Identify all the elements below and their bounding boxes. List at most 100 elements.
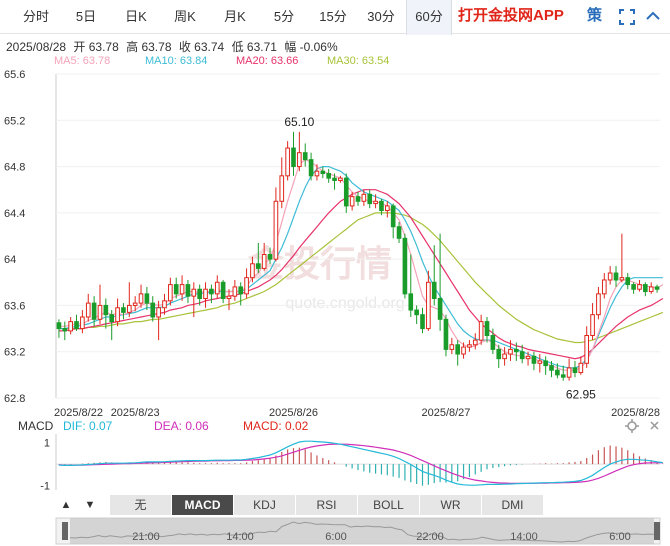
candle-body [121, 307, 126, 313]
candle [543, 356, 548, 375]
candle-body [578, 362, 584, 374]
y-tick-label: 64 [4, 254, 16, 266]
macd-dif-label: DIF: 0.07 [63, 419, 113, 433]
candle-body [279, 175, 285, 202]
candle-body [648, 286, 654, 293]
candle-body [74, 321, 79, 330]
indicator-tab-boll[interactable]: BOLL [358, 495, 420, 515]
candle-body [584, 335, 590, 364]
candle-body [502, 353, 507, 360]
candle-body [560, 374, 566, 378]
y-tick-label: 64.4 [4, 208, 25, 220]
candle [291, 131, 296, 176]
candle-body [373, 200, 378, 205]
candle-body [496, 348, 502, 360]
indicator-tab-wr[interactable]: WR [420, 495, 482, 515]
candle [156, 300, 161, 341]
x-date-label: 2025/8/27 [421, 407, 470, 419]
indicator-tab-macd[interactable]: MACD [172, 495, 234, 515]
macd-tick-label: 1 [44, 437, 50, 449]
indicator-tab-bar: 无 MACD KDJ RSI BOLL WR DMI [110, 495, 650, 515]
candle-body [478, 321, 484, 341]
macd-tick-label: -1 [40, 481, 50, 493]
candle-body [250, 263, 255, 279]
close-macd-icon[interactable] [650, 421, 659, 430]
candle [326, 168, 331, 183]
candle-body [484, 321, 490, 337]
candle [62, 321, 68, 341]
candle-body [185, 284, 191, 297]
navigator-right-handle[interactable] [654, 522, 660, 540]
candle [637, 279, 642, 292]
candle-body [308, 159, 314, 177]
candle [596, 286, 601, 320]
time-navigator[interactable]: 21:00 14:00 6:00 22:00 14:00 6:00 [0, 516, 670, 546]
candle-body [144, 293, 150, 304]
candle [578, 356, 584, 375]
navigator-time-label: 6:00 [325, 531, 346, 543]
candle-body [566, 367, 572, 378]
candle-body [338, 177, 343, 181]
candle-body [390, 205, 396, 228]
candle-body [625, 277, 631, 286]
kline-chart[interactable]: 金投行情 quote.cngold.org 65.6 65.2 64.8 64.4 64… [0, 0, 670, 494]
candle-body [320, 170, 326, 175]
candle-body [396, 226, 402, 239]
candle-body [361, 193, 367, 202]
candle-body [449, 344, 455, 350]
candle [531, 351, 537, 371]
candle-body [414, 309, 419, 316]
watermark-url: quote.cngold.org [285, 295, 404, 312]
indicator-tab-none[interactable]: 无 [110, 495, 172, 515]
candle [74, 314, 79, 331]
candle [420, 307, 425, 334]
candle [355, 192, 361, 206]
scroll-down-button[interactable]: ▼ [80, 495, 100, 515]
y-tick-label: 62.8 [4, 393, 25, 405]
candle-body [80, 316, 85, 330]
candle-body [314, 170, 320, 177]
candle [273, 187, 279, 262]
candle [126, 282, 132, 317]
navigator-left-handle[interactable] [62, 522, 68, 540]
candle-body [537, 360, 543, 364]
candle [502, 347, 507, 366]
candle [572, 360, 578, 378]
candle-body [385, 205, 390, 212]
candle [467, 340, 472, 352]
candle-body [590, 314, 595, 337]
candle [115, 298, 120, 327]
candle-body [226, 295, 232, 299]
candle-body [402, 237, 408, 295]
candle-body [220, 281, 226, 299]
candle-body [508, 348, 513, 355]
indicator-tab-rsi[interactable]: RSI [296, 495, 358, 515]
candle-body [214, 281, 220, 295]
candle-body [637, 284, 642, 290]
candle-body [62, 328, 68, 332]
candle-body [367, 193, 373, 205]
candle-body [56, 322, 62, 330]
candle-body [355, 196, 361, 202]
candle-body [607, 272, 613, 281]
candle [343, 173, 349, 213]
candle-body [467, 344, 472, 348]
candle [619, 233, 625, 283]
candle [56, 319, 62, 338]
candle [144, 286, 150, 311]
candle [601, 273, 607, 299]
indicator-tab-kdj[interactable]: KDJ [234, 495, 296, 515]
watermark: 金投行情 quote.cngold.org [247, 243, 405, 312]
candle [238, 282, 244, 306]
indicator-tab-dmi[interactable]: DMI [482, 495, 544, 515]
macd-value-label: MACD: 0.02 [243, 419, 309, 433]
candle-body [572, 367, 578, 374]
candle [590, 303, 595, 341]
candle [560, 365, 566, 381]
candle-body [191, 288, 197, 297]
candle-body [443, 318, 449, 350]
y-tick-label: 63.6 [4, 300, 25, 312]
scroll-up-button[interactable]: ▲ [56, 495, 76, 515]
candle-body [85, 302, 91, 318]
settings-icon[interactable] [625, 419, 639, 433]
